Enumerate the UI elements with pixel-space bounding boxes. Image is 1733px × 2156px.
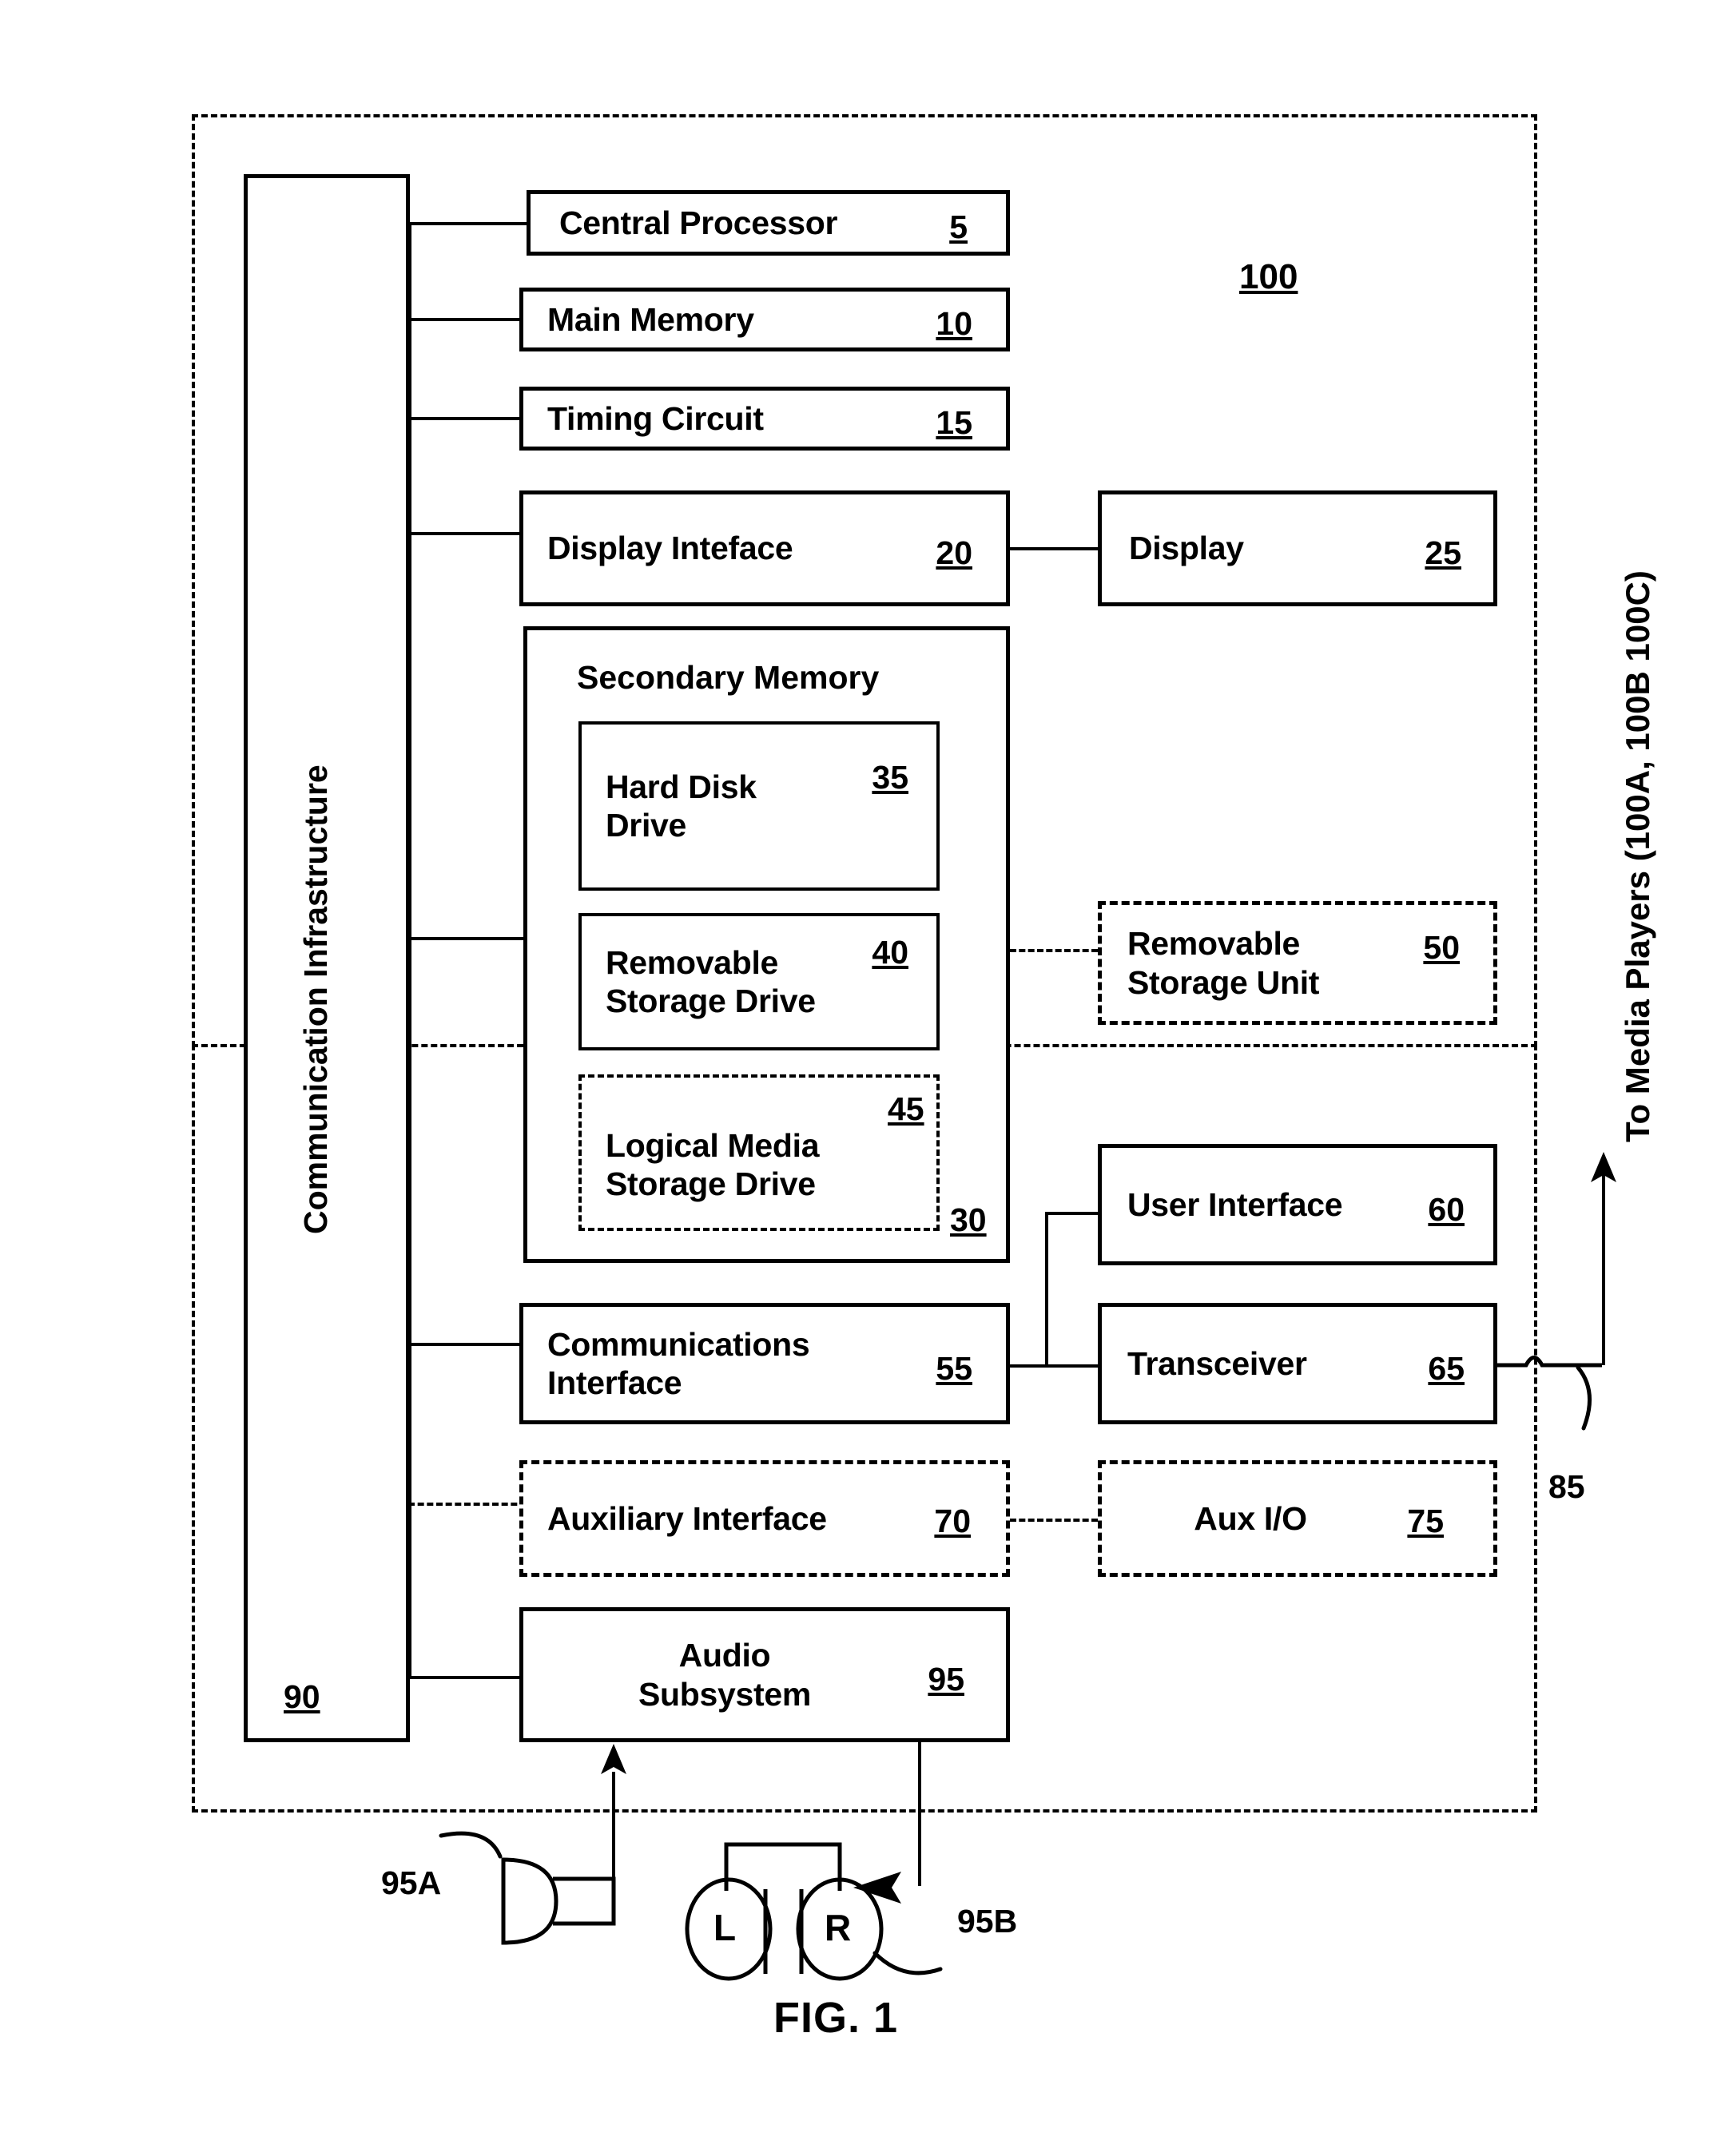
block-transceiver-ref: 65	[1428, 1350, 1465, 1387]
block-main-memory-label: Main Memory	[547, 300, 754, 338]
block-communications-interface-label: Communications Interface	[547, 1325, 810, 1401]
block-user-interface[interactable]: User Interface 60	[1098, 1144, 1497, 1265]
block-display-interface-label: Display Inteface	[547, 530, 793, 567]
block-user-interface-ref: 60	[1428, 1191, 1465, 1228]
block-hard-disk-drive-ref: 35	[872, 759, 908, 796]
block-removable-storage-drive-label: Removable Storage Drive	[606, 943, 816, 1019]
block-timing-circuit-label: Timing Circuit	[547, 399, 764, 437]
block-display[interactable]: Display 25	[1098, 490, 1497, 606]
block-user-interface-label: User Interface	[1127, 1185, 1343, 1223]
block-auxiliary-interface-ref: 70	[934, 1503, 971, 1539]
block-secondary-memory-ref: 30	[950, 1201, 987, 1238]
block-auxiliary-interface-label: Auxiliary Interface	[547, 1499, 827, 1537]
block-transceiver[interactable]: Transceiver 65	[1098, 1303, 1497, 1424]
block-hard-disk-drive-label: Hard Disk Drive	[606, 768, 757, 844]
block-main-memory-ref: 10	[936, 305, 972, 342]
block-logical-media-storage-drive[interactable]: Logical Media Storage Drive	[578, 1074, 940, 1231]
block-logical-media-storage-drive-ref: 45	[888, 1090, 924, 1127]
connector-stub-timing-circuit	[408, 417, 411, 532]
block-communications-interface[interactable]: Communications Interface 55	[519, 1303, 1010, 1424]
block-main-memory[interactable]: Main Memory 10	[519, 288, 1010, 351]
connector-branch-to-user-interface	[1045, 1212, 1098, 1215]
to-media-players-arrowhead	[1591, 1152, 1616, 1182]
microphone-ref-numeral: 95A	[381, 1864, 442, 1901]
connector-removable-drive-to-unit	[1010, 949, 1098, 952]
block-auxiliary-interface[interactable]: Auxiliary Interface 70	[519, 1460, 1010, 1577]
microphone-input-arrowhead	[601, 1744, 626, 1774]
block-central-processor-ref: 5	[949, 208, 968, 245]
connector-auxiliary-to-aux-io	[1010, 1519, 1098, 1522]
block-hard-disk-drive[interactable]: Hard Disk Drive 35	[578, 721, 940, 891]
figure-caption: FIG. 1	[773, 1994, 899, 2042]
block-removable-storage-drive-ref: 40	[872, 934, 908, 971]
headphone-right-label: R	[825, 1907, 852, 1948]
block-removable-storage-unit[interactable]: Removable Storage Unit 50	[1098, 901, 1497, 1025]
block-transceiver-label: Transceiver	[1127, 1344, 1307, 1382]
link-ref-numeral: 85	[1548, 1468, 1585, 1505]
connector-bus-to-main-memory	[408, 318, 527, 321]
system-ref-numeral: 100	[1239, 257, 1298, 296]
block-timing-circuit-ref: 15	[936, 404, 972, 441]
communication-infrastructure-label: Communication Infrastructure	[297, 764, 334, 1234]
connector-stub-auxiliary-interface	[408, 1503, 411, 1676]
block-timing-circuit[interactable]: Timing Circuit 15	[519, 387, 1010, 451]
block-aux-io[interactable]: Aux I/O 75	[1098, 1460, 1497, 1577]
microphone-icon	[439, 1831, 616, 1945]
headphone-left-label: L	[713, 1907, 737, 1948]
connector-bus-to-communications-interface	[408, 1343, 527, 1346]
connector-bus-to-audio-subsystem	[408, 1676, 527, 1679]
to-media-players-label: To Media Players (100A, 100B 100C)	[1619, 570, 1656, 1142]
connector-bus-to-display-interface	[408, 532, 527, 535]
headphones-ref-numeral: 95B	[957, 1903, 1018, 1940]
block-display-interface[interactable]: Display Inteface 20	[519, 490, 1010, 606]
block-aux-io-ref: 75	[1407, 1503, 1444, 1539]
block-central-processor-label: Central Processor	[559, 204, 838, 241]
block-communications-interface-ref: 55	[936, 1350, 972, 1387]
block-removable-storage-unit-ref: 50	[1423, 929, 1460, 966]
block-audio-subsystem-ref: 95	[928, 1661, 964, 1697]
block-central-processor[interactable]: Central Processor 5	[527, 190, 1010, 256]
connector-stub-main-memory	[408, 318, 411, 417]
connector-stub-secondary-memory	[408, 937, 411, 1343]
connector-bus-to-auxiliary-interface	[408, 1503, 527, 1506]
block-secondary-memory-label: Secondary Memory	[577, 659, 880, 696]
connector-to-media-players-riser	[1602, 1174, 1605, 1365]
connector-branch-vertical	[1045, 1212, 1048, 1368]
connector-stub-communications-interface	[408, 1343, 411, 1503]
block-display-interface-ref: 20	[936, 534, 972, 571]
transceiver-external-link	[1497, 1356, 1602, 1431]
bus-ref-numeral: 90	[284, 1678, 320, 1715]
block-logical-media-storage-drive-label: Logical Media Storage Drive	[606, 1126, 820, 1202]
connector-bus-to-secondary-memory	[408, 937, 527, 940]
connector-stub-central-processor	[408, 222, 411, 318]
connector-bus-to-timing-circuit	[408, 417, 527, 420]
patent-figure-page: 100 Communication Infrastructure 90 Cent…	[0, 0, 1733, 2156]
block-removable-storage-unit-label: Removable Storage Unit	[1127, 925, 1320, 1001]
block-audio-subsystem[interactable]: Audio Subsystem 95	[519, 1607, 1010, 1742]
connector-stub-display-interface	[408, 532, 411, 937]
connector-comms-to-branch	[1010, 1364, 1098, 1368]
block-display-label: Display	[1129, 530, 1244, 567]
connector-bus-to-central-processor	[408, 222, 527, 225]
block-removable-storage-drive[interactable]: Removable Storage Drive 40	[578, 913, 940, 1050]
connector-display-interface-to-display	[1010, 547, 1098, 550]
block-display-ref: 25	[1425, 534, 1461, 571]
